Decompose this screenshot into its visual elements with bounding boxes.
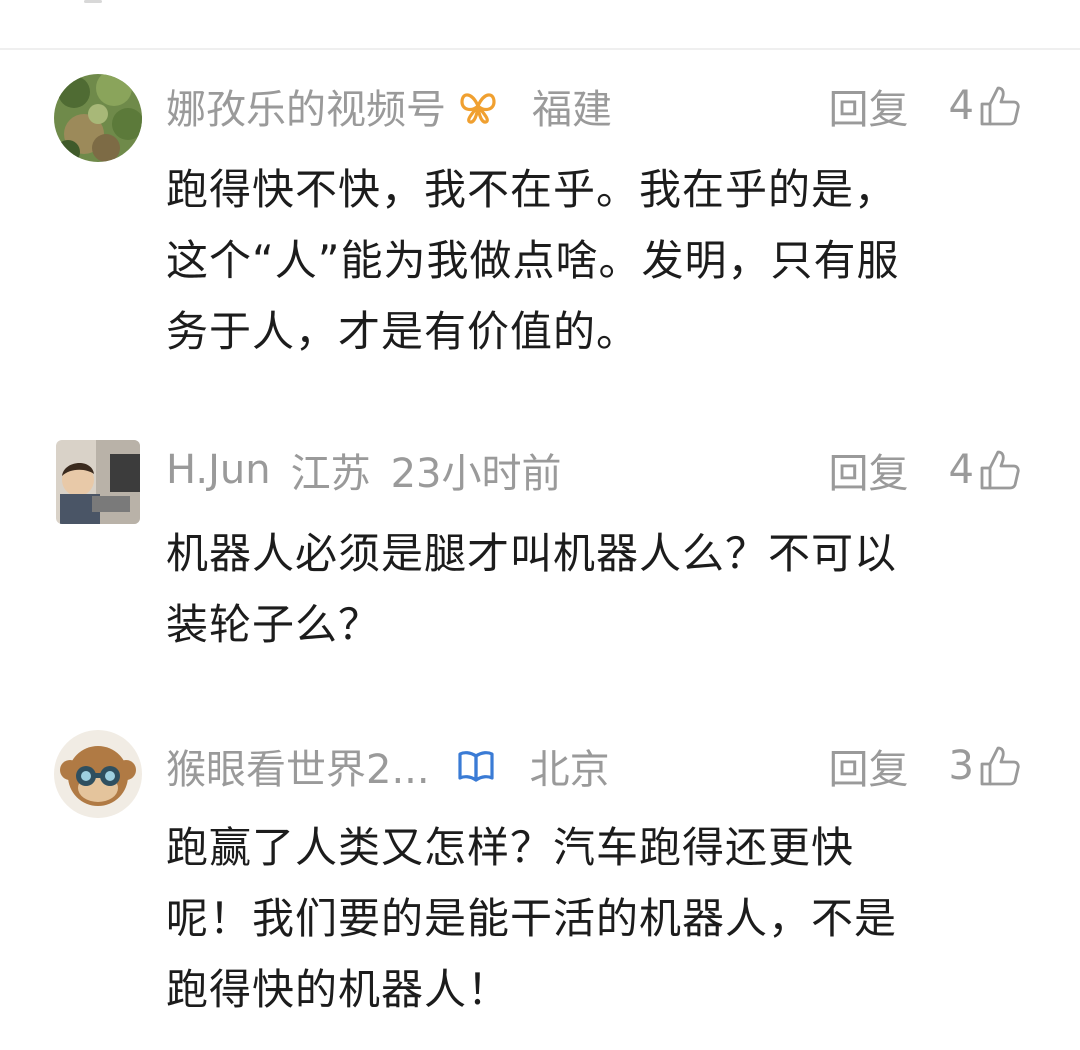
location: 北京 [529, 747, 610, 793]
avatar[interactable] [54, 74, 142, 162]
thumbs-up-icon [980, 746, 1020, 786]
location: 江苏 [290, 451, 371, 497]
avatar[interactable] [56, 440, 140, 524]
open-book-icon [456, 746, 496, 786]
like-button[interactable]: 4 [949, 83, 1022, 129]
thumbs-up-icon [980, 450, 1020, 490]
like-count: 4 [948, 447, 974, 493]
divider [0, 48, 1080, 50]
comment-header: 娜孜乐的视频号 福建 回复 4 [166, 78, 1022, 134]
reply-button[interactable]: 回复 [829, 737, 909, 795]
comment-header: 猴眼看世界2... 北京 回复 3 [166, 738, 1022, 794]
comment-header: H.Jun 江苏 23小时前 回复 4 [166, 442, 1022, 498]
thumbs-up-icon [980, 86, 1020, 126]
previous-item-remnant [84, 0, 102, 3]
timestamp: 23小时前 [390, 451, 562, 497]
username[interactable]: 猴眼看世界2... [166, 737, 430, 795]
location: 福建 [532, 87, 612, 133]
comment-text: 跑得快不快，我不在乎。我在乎的是， 这个“人”能为我做点啥。发明，只有服 务于人… [166, 165, 900, 356]
comment-text: 跑赢了人类又怎样？汽车跑得还更快 呢！我们要的是能干活的机器人，不是 跑得快的机… [166, 823, 898, 1014]
reply-button[interactable]: 回复 [829, 77, 909, 135]
like-button[interactable]: 3 [949, 743, 1022, 789]
username[interactable]: 娜孜乐的视频号 [166, 77, 446, 135]
reply-button[interactable]: 回复 [829, 441, 909, 499]
comment-text: 机器人必须是腿才叫机器人么？不可以 装轮子么？ [166, 529, 898, 649]
like-button[interactable]: 4 [949, 447, 1022, 493]
like-count: 4 [948, 83, 974, 129]
username[interactable]: H.Jun [166, 447, 271, 493]
butterfly-icon [458, 86, 498, 126]
avatar[interactable] [54, 730, 142, 818]
like-count: 3 [948, 743, 974, 789]
